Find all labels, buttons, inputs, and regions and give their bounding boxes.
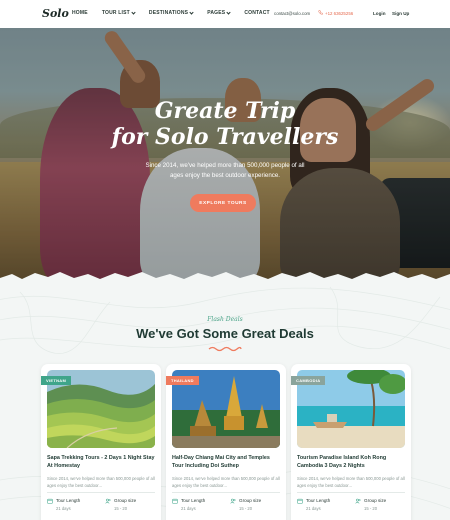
logo[interactable]: Solo: [42, 7, 69, 20]
country-tag: THAILAND: [166, 376, 199, 385]
calendar-icon: [47, 498, 53, 504]
main-menu: HOME TOUR LIST DESTINATIONS PAGES CONTAC…: [72, 10, 284, 16]
deal-card[interactable]: VIETNAM Sapa Trekking Tours - 2 Days 1 N…: [41, 364, 161, 520]
contact-phone[interactable]: +12 63625256: [325, 11, 353, 16]
chevron-down-icon: [131, 10, 136, 15]
nav-destinations[interactable]: DESTINATIONS: [149, 10, 194, 16]
torn-edge-divider: [0, 272, 450, 286]
divider: [297, 492, 405, 493]
signup-link[interactable]: Sign Up: [392, 11, 409, 16]
hero-banner: Greate Trip for Solo Travellers Since 20…: [0, 28, 450, 282]
deals-title: We've Got Some Great Deals: [136, 326, 314, 341]
nav-pages[interactable]: PAGES: [207, 10, 231, 16]
phone-icon: [318, 10, 323, 15]
deal-card[interactable]: THAILAND Half-Day Chiang Mai City and Te…: [166, 364, 286, 520]
explore-tours-button[interactable]: EXPLORE TOURS: [190, 194, 256, 212]
top-navbar: Solo HOME TOUR LIST DESTINATIONS PAGES C…: [0, 0, 450, 28]
squiggle-divider-icon: [208, 346, 242, 352]
country-tag: CAMBODIA: [291, 376, 326, 385]
calendar-icon: [297, 498, 303, 504]
nav-contact[interactable]: CONTACT: [244, 10, 269, 16]
group-icon: [105, 498, 111, 504]
nav-home[interactable]: HOME: [72, 10, 88, 16]
deal-title[interactable]: Tourism Paradise Island Koh Rong Cambodi…: [297, 454, 405, 470]
divider: [47, 492, 155, 493]
deal-title[interactable]: Sapa Trekking Tours - 2 Days 1 Night Sta…: [47, 454, 155, 470]
deal-description: Since 2014, we've helped more than 500,0…: [172, 476, 280, 488]
group-icon: [355, 498, 361, 504]
country-tag: VIETNAM: [41, 376, 72, 385]
divider: [172, 492, 280, 493]
group-icon: [230, 498, 236, 504]
deal-description: Since 2014, we've helped more than 500,0…: [297, 476, 405, 488]
hero-overlay: [0, 28, 450, 282]
login-link[interactable]: Login: [373, 11, 386, 16]
hero-subtitle: Since 2014, we've helped more than 500,0…: [145, 162, 305, 179]
contact-email[interactable]: contact@solo.com: [274, 11, 310, 16]
calendar-icon: [172, 498, 178, 504]
hero-title-line1: Greate Trip: [154, 98, 296, 124]
deal-card[interactable]: CAMBODIA Tourism Paradise Island Koh Ron…: [291, 364, 411, 520]
nav-tour-list[interactable]: TOUR LIST: [102, 10, 136, 16]
deals-kicker: Flash Deals: [207, 316, 243, 323]
deal-description: Since 2014, we've helped more than 500,0…: [47, 476, 155, 488]
hero-title-line2: for Solo Travellers: [111, 124, 339, 150]
deal-title[interactable]: Half-Day Chiang Mai City and Temples Tou…: [172, 454, 280, 470]
chevron-down-icon: [189, 10, 194, 15]
chevron-down-icon: [226, 10, 231, 15]
